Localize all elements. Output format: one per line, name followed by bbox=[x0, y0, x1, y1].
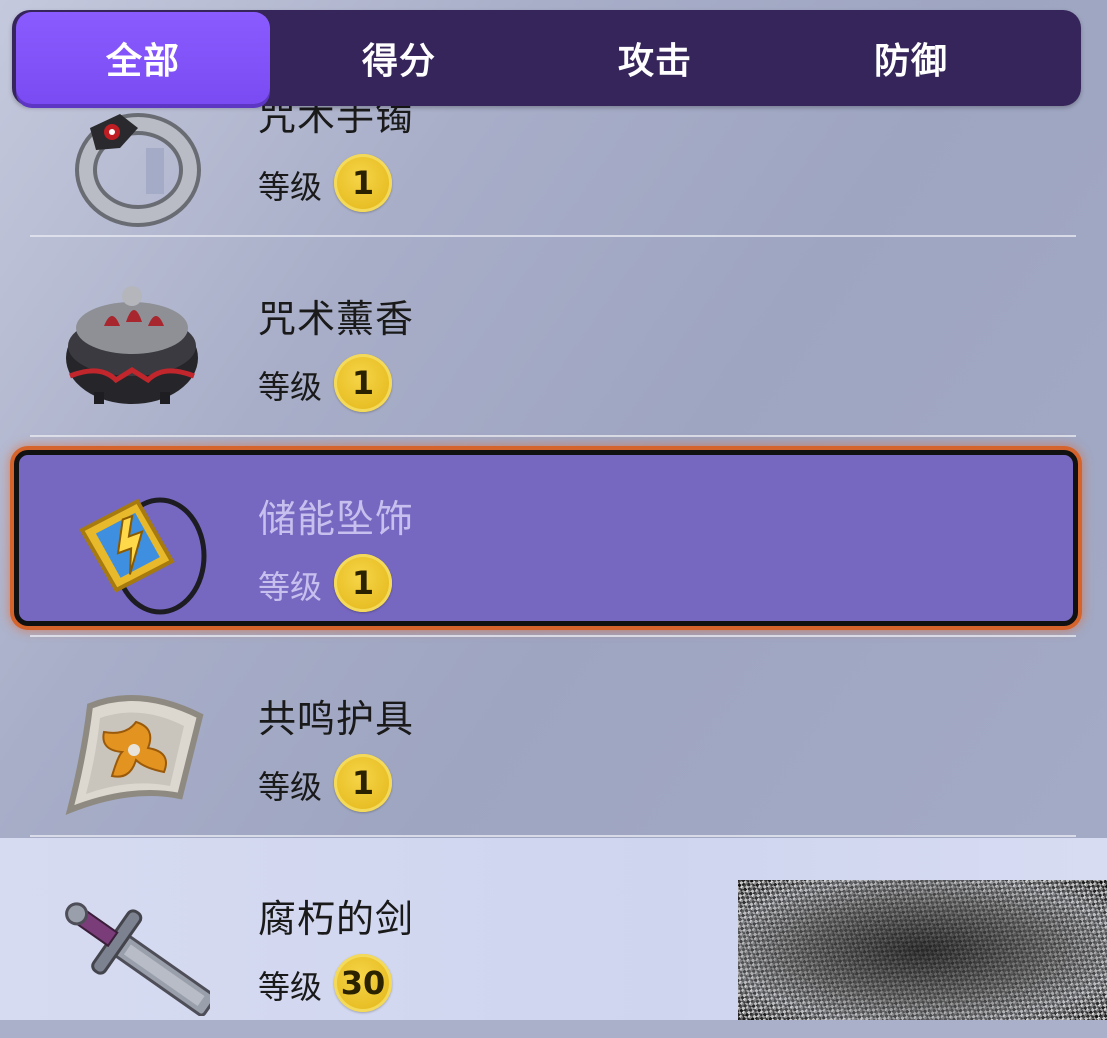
level-label: 等级 bbox=[258, 368, 323, 406]
level-label: 等级 bbox=[258, 568, 323, 606]
list-item-incense[interactable]: 咒术薰香 等级 1 bbox=[0, 238, 1107, 438]
tab-defense[interactable]: 防御 bbox=[782, 10, 1040, 106]
item-name: 咒术薰香 bbox=[258, 297, 415, 341]
category-tab-bar: 全部 得分 攻击 防御 bbox=[12, 10, 1081, 106]
item-name: 共鸣护具 bbox=[258, 697, 415, 741]
level-label: 等级 bbox=[258, 168, 323, 206]
bracelet-icon bbox=[75, 113, 201, 227]
tab-all[interactable]: 全部 bbox=[16, 12, 270, 104]
sword-icon bbox=[65, 902, 210, 1016]
divider bbox=[30, 435, 1076, 437]
divider bbox=[30, 635, 1076, 637]
level-label: 等级 bbox=[258, 968, 323, 1006]
divider bbox=[30, 835, 1076, 837]
level-badge: 1 bbox=[334, 554, 392, 612]
item-name: 腐朽的剑 bbox=[258, 897, 415, 941]
divider bbox=[30, 235, 1076, 237]
incense-icon bbox=[66, 286, 198, 404]
tab-attack[interactable]: 攻击 bbox=[526, 10, 784, 106]
pendant-icon bbox=[79, 497, 207, 615]
level-badge: 1 bbox=[334, 154, 392, 212]
tab-score[interactable]: 得分 bbox=[270, 10, 528, 106]
item-name: 储能坠饰 bbox=[258, 497, 415, 541]
level-badge: 1 bbox=[334, 354, 392, 412]
level-label: 等级 bbox=[258, 768, 323, 806]
level-badge: 30 bbox=[334, 954, 392, 1012]
level-badge: 1 bbox=[334, 754, 392, 812]
list-item-pendant[interactable]: 储能坠饰 等级 1 bbox=[0, 438, 1107, 638]
guard-icon bbox=[65, 695, 204, 815]
obscured-region bbox=[738, 880, 1107, 1020]
list-item-guard[interactable]: 共鸣护具 等级 1 bbox=[0, 638, 1107, 838]
